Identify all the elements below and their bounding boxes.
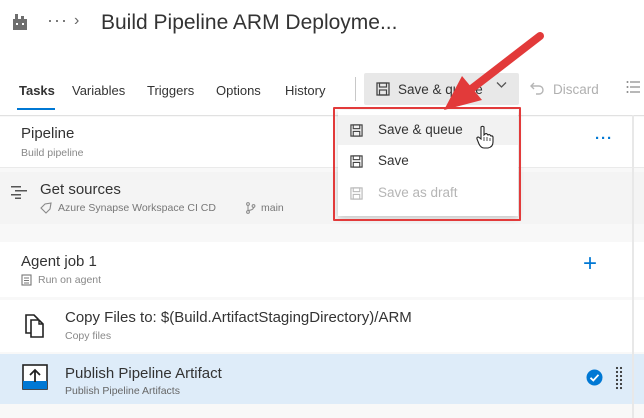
discard-button[interactable]: Discard xyxy=(553,82,599,97)
tab-triggers[interactable]: Triggers xyxy=(147,83,194,98)
active-tab-indicator xyxy=(17,108,55,110)
branch-icon xyxy=(246,202,256,214)
task-title: Publish Pipeline Artifact xyxy=(65,365,222,382)
build-pipeline-icon xyxy=(13,14,27,30)
pipeline-title: Pipeline xyxy=(21,125,75,142)
get-sources-row[interactable] xyxy=(0,172,644,224)
task-subtitle: Publish Pipeline Artifacts xyxy=(65,385,180,397)
annotation-arrow xyxy=(444,32,544,110)
task-row-copy-files[interactable] xyxy=(0,300,644,352)
pipeline-more-button[interactable]: ··· xyxy=(595,130,613,147)
save-icon xyxy=(376,82,390,96)
repository-icon xyxy=(40,202,52,214)
pipeline-row[interactable] xyxy=(0,117,644,168)
hand-cursor-icon xyxy=(476,125,494,149)
tab-variables[interactable]: Variables xyxy=(72,83,125,98)
sources-icon xyxy=(11,186,27,199)
breadcrumb-chevron-icon: › xyxy=(74,12,80,29)
add-task-button[interactable]: + xyxy=(583,250,597,278)
panel-divider xyxy=(632,115,634,418)
copy-files-icon xyxy=(25,314,44,338)
checkmark-circle-icon xyxy=(586,369,603,386)
tab-tasks[interactable]: Tasks xyxy=(19,83,55,98)
get-sources-title: Get sources xyxy=(40,181,121,198)
repository-name: Azure Synapse Workspace CI CD xyxy=(58,202,216,214)
pipeline-subtitle: Build pipeline xyxy=(21,147,84,159)
branch-name: main xyxy=(261,202,284,214)
task-subtitle: Copy files xyxy=(65,330,112,342)
drag-handle-icon[interactable] xyxy=(615,366,623,390)
agent-job-subtitle: Run on agent xyxy=(38,274,102,286)
tab-history[interactable]: History xyxy=(285,83,325,98)
agent-icon xyxy=(21,274,32,286)
agent-job-title: Agent job 1 xyxy=(21,253,97,270)
breadcrumb-more-button[interactable]: ··· xyxy=(47,10,68,31)
toolbar-divider xyxy=(355,77,356,101)
tab-options[interactable]: Options xyxy=(216,83,261,98)
page-title: Build Pipeline ARM Deployme... xyxy=(101,11,398,34)
task-title: Copy Files to: $(Build.ArtifactStagingDi… xyxy=(65,309,412,326)
list-menu-icon[interactable] xyxy=(626,80,640,94)
publish-artifact-icon xyxy=(22,364,48,390)
